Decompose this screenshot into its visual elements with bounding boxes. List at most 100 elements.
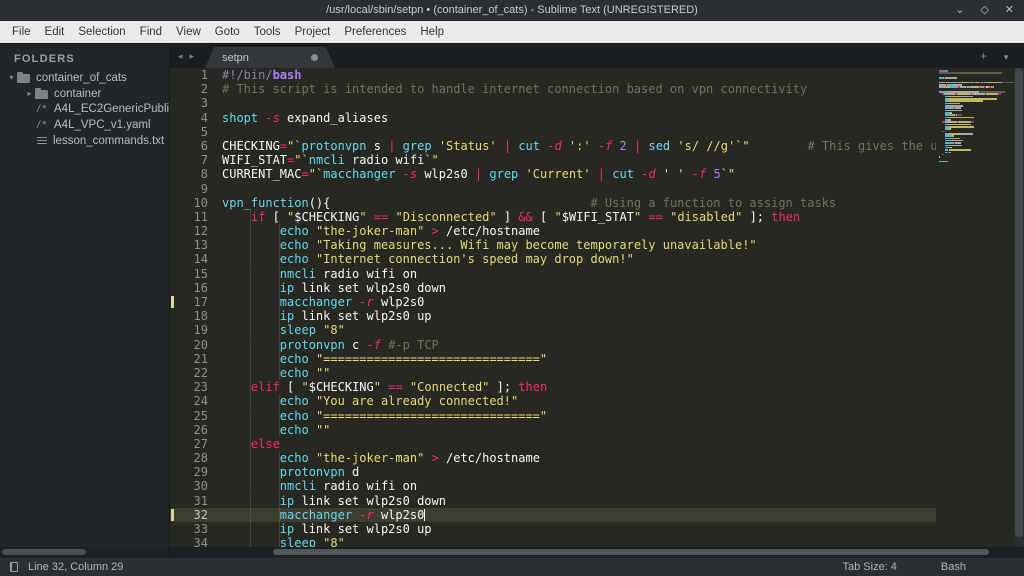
code-line[interactable]: nmcli radio wifi on [222, 479, 936, 493]
code-line[interactable]: CHECKING="`protonvpn s | grep 'Status' |… [222, 139, 936, 153]
tab-setpn[interactable]: setpn [205, 47, 335, 68]
line-number[interactable]: 8 [170, 167, 222, 181]
line-number[interactable]: 32 [170, 508, 222, 522]
line-number[interactable]: 20 [170, 338, 222, 352]
new-tab-icon[interactable]: + [980, 49, 987, 63]
titlebar[interactable]: /usr/local/sbin/setpn • (container_of_ca… [0, 0, 1024, 21]
menu-item-find[interactable]: Find [133, 23, 169, 41]
sidebar-hscroll-thumb[interactable] [2, 549, 86, 555]
close-icon[interactable]: ✕ [1005, 5, 1014, 16]
sidebar-item-container-of-cats[interactable]: ▾container_of_cats [0, 70, 169, 86]
line-number[interactable]: 15 [170, 267, 222, 281]
code-line[interactable] [222, 182, 936, 196]
tab-modified-icon[interactable] [311, 54, 318, 61]
line-number[interactable]: 16 [170, 281, 222, 295]
menu-item-selection[interactable]: Selection [71, 23, 132, 41]
code-line[interactable]: shopt -s expand_aliases [222, 111, 936, 125]
line-number[interactable]: 19 [170, 323, 222, 337]
tab-overflow-icon[interactable]: ▼ [1002, 50, 1010, 62]
code-line[interactable]: nmcli radio wifi on [222, 267, 936, 281]
line-number[interactable]: 27 [170, 437, 222, 451]
line-number[interactable]: 22 [170, 366, 222, 380]
editor-hscroll-thumb[interactable] [273, 549, 989, 555]
vertical-scrollbar[interactable] [1014, 68, 1024, 557]
code-line[interactable]: macchanger -r wlp2s0 [222, 295, 936, 309]
code-line[interactable]: macchanger -r wlp2s0 [222, 508, 936, 522]
line-number[interactable]: 10 [170, 196, 222, 210]
code-line[interactable]: echo "" [222, 423, 936, 437]
syntax-indicator[interactable]: Bash [941, 561, 966, 573]
line-number[interactable]: 6 [170, 139, 222, 153]
line-number[interactable]: 3 [170, 96, 222, 110]
disclosure-open-icon[interactable]: ▾ [6, 73, 17, 82]
code-line[interactable]: echo "Taking measures... Wifi may become… [222, 238, 936, 252]
line-number[interactable]: 9 [170, 182, 222, 196]
menu-item-file[interactable]: File [5, 23, 38, 41]
code-line[interactable]: #!/bin/bash [222, 68, 936, 82]
line-number[interactable]: 28 [170, 451, 222, 465]
code-line[interactable]: ip link set wlp2s0 up [222, 309, 936, 323]
line-number[interactable]: 12 [170, 224, 222, 238]
code-line[interactable]: ip link set wlp2s0 down [222, 494, 936, 508]
line-number[interactable]: 2 [170, 82, 222, 96]
sidebar-item-lesson-commands-txt[interactable]: lesson_commands.txt [0, 133, 169, 149]
code-line[interactable]: elif [ "$CHECKING" == "Connected" ]; the… [222, 380, 936, 394]
code-line[interactable]: else [222, 437, 936, 451]
code-line[interactable]: protonvpn c -f #-p TCP [222, 338, 936, 352]
line-number[interactable]: 5 [170, 125, 222, 139]
menu-item-help[interactable]: Help [413, 23, 451, 41]
line-number[interactable]: 13 [170, 238, 222, 252]
line-number[interactable]: 4 [170, 111, 222, 125]
tab-size-indicator[interactable]: Tab Size: 4 [843, 561, 897, 573]
sidebar-hscrollbar[interactable] [0, 547, 169, 557]
code-line[interactable]: echo "You are already connected!" [222, 394, 936, 408]
code-line[interactable]: echo "Internet connection's speed may dr… [222, 252, 936, 266]
menu-item-goto[interactable]: Goto [208, 23, 247, 41]
line-number[interactable]: 24 [170, 394, 222, 408]
line-number[interactable]: 17 [170, 295, 222, 309]
line-number[interactable]: 1 [170, 68, 222, 82]
code-line[interactable]: ip link set wlp2s0 down [222, 281, 936, 295]
line-number[interactable]: 23 [170, 380, 222, 394]
code-line[interactable]: ip link set wlp2s0 up [222, 522, 936, 536]
code-line[interactable]: sleep "8" [222, 323, 936, 337]
line-number[interactable]: 31 [170, 494, 222, 508]
code-line[interactable]: echo "==============================" [222, 352, 936, 366]
line-number[interactable]: 26 [170, 423, 222, 437]
line-number[interactable]: 11 [170, 210, 222, 224]
code-area[interactable]: #!/bin/bash# This script is intended to … [222, 68, 936, 557]
code-line[interactable] [222, 125, 936, 139]
line-number[interactable]: 33 [170, 522, 222, 536]
sidebar-item-container[interactable]: ▸container [0, 86, 169, 102]
code-line[interactable]: echo "" [222, 366, 936, 380]
line-number[interactable]: 30 [170, 479, 222, 493]
code-line[interactable]: vpn_function(){ # Using a function to as… [222, 196, 936, 210]
maximize-icon[interactable]: ◇ [980, 5, 988, 16]
tab-scroll-arrows[interactable]: ◂▸ [178, 51, 201, 62]
menu-item-project[interactable]: Project [288, 23, 338, 41]
code-line[interactable] [222, 96, 936, 110]
sidebar-item-a4l-ec2genericpublic-yaml[interactable]: /*A4L_EC2GenericPublic.yaml [0, 102, 169, 118]
code-line[interactable]: echo "the-joker-man" > /etc/hostname [222, 224, 936, 238]
minimize-icon[interactable]: ⌄ [955, 5, 964, 16]
line-number[interactable]: 14 [170, 252, 222, 266]
disclosure-closed-icon[interactable]: ▸ [24, 89, 35, 98]
sidebar-item-a4l-vpc-v1-yaml[interactable]: /*A4L_VPC_v1.yaml [0, 117, 169, 133]
code-line[interactable]: protonvpn d [222, 465, 936, 479]
code-line[interactable]: if [ "$CHECKING" == "Disconnected" ] && … [222, 210, 936, 224]
code-line[interactable]: WIFI_STAT="`nmcli radio wifi`" [222, 153, 936, 167]
line-number[interactable]: 21 [170, 352, 222, 366]
vertical-scroll-thumb[interactable] [1015, 68, 1023, 537]
menu-item-tools[interactable]: Tools [247, 23, 288, 41]
minimap[interactable] [936, 68, 1014, 557]
line-number[interactable]: 29 [170, 465, 222, 479]
menu-item-view[interactable]: View [169, 23, 208, 41]
code-line[interactable]: echo "the-joker-man" > /etc/hostname [222, 451, 936, 465]
line-number[interactable]: 25 [170, 409, 222, 423]
line-number[interactable]: 7 [170, 153, 222, 167]
line-number[interactable]: 18 [170, 309, 222, 323]
code-line[interactable]: echo "==============================" [222, 409, 936, 423]
code-line[interactable]: CURRENT_MAC="`macchanger -s wlp2s0 | gre… [222, 167, 936, 181]
code-line[interactable]: # This script is intended to handle inte… [222, 82, 936, 96]
menu-item-preferences[interactable]: Preferences [337, 23, 413, 41]
